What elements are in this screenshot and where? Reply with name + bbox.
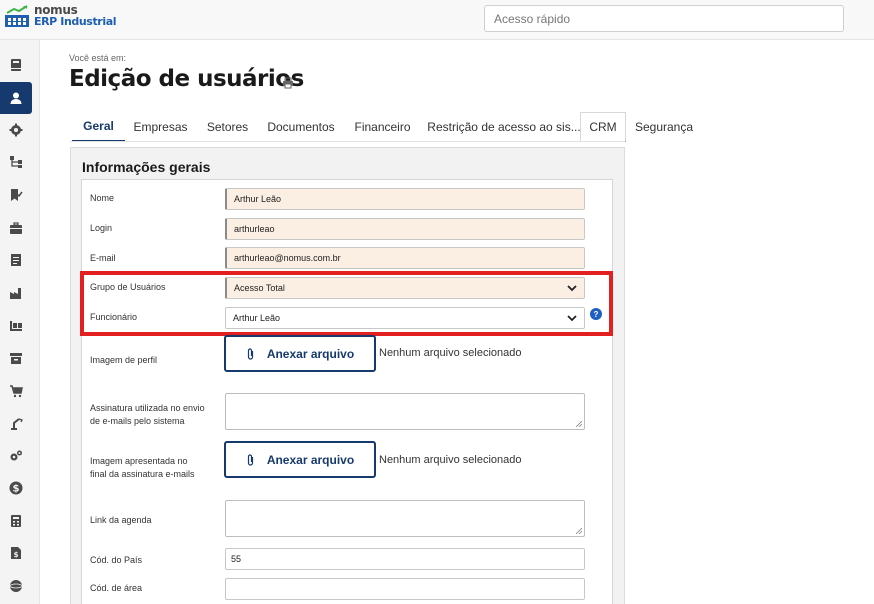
cod-area-field[interactable] — [225, 578, 585, 600]
archive-box-icon — [10, 353, 22, 364]
logo-mark-icon — [5, 5, 31, 29]
assinatura-label: Assinatura utilizada no envio de e-mails… — [90, 403, 205, 426]
sidebar-item-calculator[interactable] — [0, 505, 32, 537]
tab-crm[interactable]: CRM — [580, 112, 626, 142]
nomus-logo[interactable]: nomus ERP Industrial — [5, 4, 117, 33]
top-header: nomus ERP Industrial — [0, 0, 874, 40]
tab-geral[interactable]: Geral — [72, 112, 125, 142]
link-agenda-textarea[interactable] — [225, 500, 585, 537]
cod-area-label: Cód. de área — [90, 583, 143, 593]
email-field[interactable]: arthurleao@nomus.com.br — [225, 247, 585, 269]
attach-button-label: Anexar arquivo — [266, 452, 355, 467]
sidebar-item-finance[interactable]: $ — [0, 472, 32, 504]
assinatura-textarea[interactable] — [225, 393, 585, 430]
signature-image-status: Nenhum arquivo selecionado — [379, 454, 522, 466]
tab-documentos[interactable]: Documentos — [263, 112, 339, 142]
invoice-icon: $ — [11, 547, 21, 559]
link-agenda-label: Link da agenda — [90, 515, 152, 525]
attach-profile-image-button[interactable]: Anexar arquivo — [224, 335, 376, 372]
section-title: Informações gerais — [82, 159, 211, 175]
sidebar-item-users[interactable] — [0, 82, 32, 114]
cart-icon — [10, 385, 23, 398]
book-icon — [11, 59, 21, 71]
email-value: arthurleao@nomus.com.br — [234, 253, 341, 263]
tab-financeiro[interactable]: Financeiro — [350, 112, 415, 142]
hierarchy-icon — [10, 156, 22, 168]
attach-signature-image-button[interactable]: Anexar arquivo — [224, 441, 376, 478]
robot-arm-icon — [11, 418, 23, 430]
cod-pais-value: 55 — [231, 554, 242, 564]
sidebar-item-pallet[interactable] — [0, 310, 32, 342]
paperclip-icon — [247, 347, 253, 360]
svg-text:$: $ — [14, 551, 19, 559]
dollar-icon: $ — [9, 481, 23, 495]
gears-icon — [10, 450, 22, 461]
resize-grip-icon[interactable] — [576, 528, 582, 534]
quick-access-search-input[interactable] — [484, 5, 844, 32]
sidebar-item-invoice[interactable]: $ — [0, 537, 32, 569]
tab-restricao-acesso[interactable]: Restrição de acesso ao sis... — [426, 112, 582, 142]
receipt-icon — [11, 254, 21, 266]
factory-icon — [10, 288, 21, 299]
sidebar-item-factory[interactable] — [0, 277, 32, 309]
tab-empresas[interactable]: Empresas — [129, 112, 192, 142]
login-field[interactable]: arthurleao — [225, 218, 585, 240]
login-label: Login — [90, 223, 113, 233]
imagem-perfil-label: Imagem de perfil — [90, 355, 158, 365]
sidebar-item-robot-arm[interactable] — [0, 408, 32, 440]
cod-pais-label: Cód. do País — [90, 555, 143, 565]
imagem-assinatura-label: Imagem apresentada no final da assinatur… — [90, 456, 195, 479]
tabs-divider — [70, 141, 625, 142]
sidebar-item-briefcase[interactable] — [0, 212, 32, 244]
checklist-icon — [11, 189, 23, 201]
tab-bar: Geral Empresas Setores Documentos Financ… — [70, 112, 626, 142]
page-title: Edição de usuários — [69, 66, 304, 92]
sidebar-item-hierarchy[interactable] — [0, 146, 32, 178]
calculator-icon — [11, 515, 21, 527]
paperclip-icon — [247, 453, 253, 466]
breadcrumb-label: Você está em: — [69, 53, 127, 63]
gear-icon — [9, 123, 23, 137]
print-icon[interactable] — [282, 77, 294, 89]
nome-value: Arthur Leão — [234, 194, 282, 204]
sidebar-item-cart[interactable] — [0, 375, 32, 407]
nome-field[interactable]: Arthur Leão — [225, 188, 585, 210]
nome-label: Nome — [90, 193, 115, 203]
attach-button-label: Anexar arquivo — [266, 346, 355, 361]
login-value: arthurleao — [234, 224, 275, 234]
sidebar-item-archive[interactable] — [0, 342, 32, 374]
brand-subtitle: ERP Industrial — [34, 15, 117, 28]
sidebar-item-settings[interactable] — [0, 114, 32, 146]
globe-icon — [9, 580, 23, 592]
sidebar-item-gears[interactable] — [0, 440, 32, 472]
cod-pais-field[interactable]: 55 — [225, 548, 585, 570]
briefcase-icon — [10, 222, 22, 234]
sidebar-item-book[interactable] — [0, 49, 32, 81]
highlight-annotation-box — [80, 271, 613, 336]
sidebar-item-receipt[interactable] — [0, 244, 32, 276]
sidebar-item-checklist[interactable] — [0, 179, 32, 211]
email-label: E-mail — [90, 253, 116, 263]
resize-grip-icon[interactable] — [576, 421, 582, 427]
sidebar-nav: $ $ — [0, 40, 40, 604]
profile-image-status: Nenhum arquivo selecionado — [379, 347, 522, 359]
tab-seguranca[interactable]: Segurança — [633, 112, 695, 142]
pallet-icon — [10, 321, 22, 331]
user-icon — [10, 92, 22, 104]
tab-setores[interactable]: Setores — [202, 112, 253, 142]
svg-text:$: $ — [13, 484, 20, 495]
general-info-form — [81, 179, 613, 604]
sidebar-item-globe[interactable] — [0, 570, 32, 602]
